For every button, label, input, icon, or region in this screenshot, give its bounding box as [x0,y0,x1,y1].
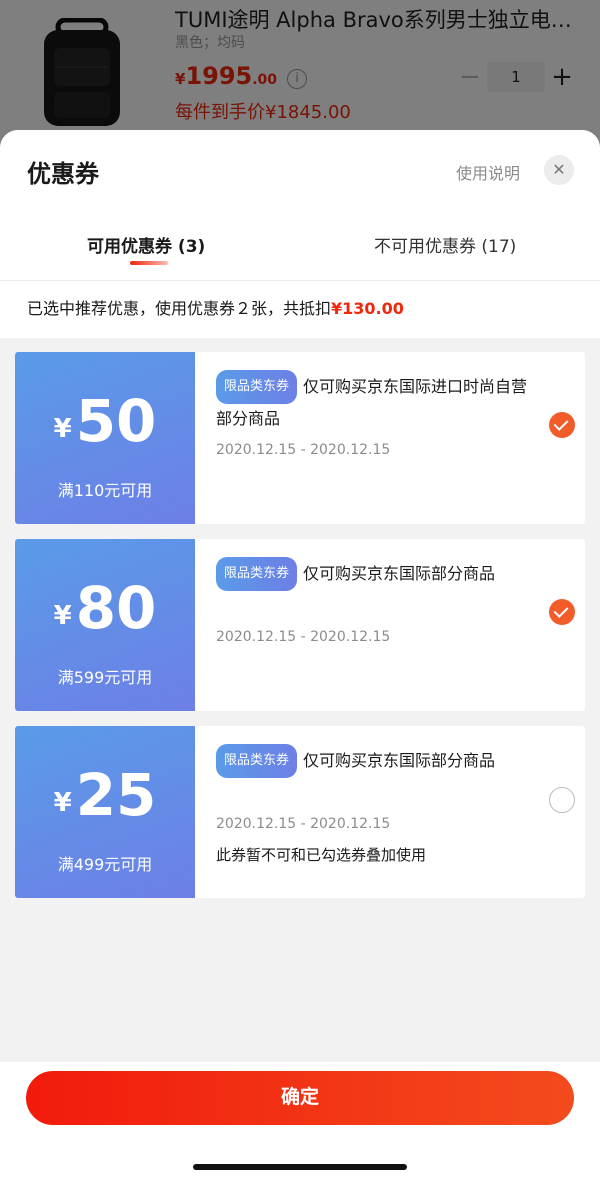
coupon-checkbox-checked[interactable] [549,412,575,438]
coupon-amount: ¥25 [15,762,195,828]
coupon-amount-value: 50 [75,387,157,455]
confirm-button[interactable]: 确定 [26,1071,574,1125]
coupon-description: 限品类东券 仅可购买京东国际部分商品 [216,557,536,591]
coupon-currency: ¥ [53,788,72,818]
coupon-details: 限品类东券 仅可购买京东国际进口时尚自营部分商品 2020.12.15 - 202… [195,352,585,524]
coupon-details: 限品类东券 仅可购买京东国际部分商品 2020.12.15 - 2020.12.1… [195,539,585,711]
coupon-description-text: 仅可购买京东国际部分商品 [303,564,496,583]
coupon-threshold: 满110元可用 [57,481,153,500]
coupon-validity: 2020.12.15 - 2020.12.15 [216,442,391,458]
selection-summary: 已选中推荐优惠，使用优惠券２张，共抵扣¥130.00 [0,280,600,338]
coupon-checkbox-checked[interactable] [549,599,575,625]
coupon-sheet: 优惠券 使用说明 ✕ 可用优惠券 (3) 不可用优惠券 (17) 已选中推荐优惠… [0,130,600,1183]
active-tab-indicator [130,261,168,265]
sheet-title: 优惠券 [27,160,99,188]
coupon-conflict-note: 此券暂不可和已勾选券叠加使用 [216,846,427,864]
coupon-checkbox-unchecked[interactable] [549,787,575,813]
coupon-currency: ¥ [53,414,72,444]
tab-available-coupons[interactable]: 可用优惠券 (3) [87,232,205,257]
coupon-amount-value: 80 [75,574,157,642]
coupon-card[interactable]: ¥25 满499元可用 限品类东券 仅可购买京东国际部分商品 2020.12.15… [15,726,585,898]
close-button[interactable]: ✕ [544,155,574,185]
coupon-validity: 2020.12.15 - 2020.12.15 [216,629,391,645]
coupon-description-text: 仅可购买京东国际部分商品 [303,751,496,770]
coupon-amount: ¥50 [15,388,195,454]
coupon-tag: 限品类东券 [216,370,298,404]
coupon-value-panel: ¥50 满110元可用 [15,352,195,524]
coupon-card[interactable]: ¥80 满599元可用 限品类东券 仅可购买京东国际部分商品 2020.12.15… [15,539,585,711]
coupon-amount-value: 25 [75,761,157,829]
coupon-threshold: 满599元可用 [57,668,153,687]
coupon-card[interactable]: ¥50 满110元可用 限品类东券 仅可购买京东国际进口时尚自营部分商品 2020… [15,352,585,524]
summary-amount: ¥130.00 [331,299,404,318]
coupon-amount: ¥80 [15,575,195,641]
home-indicator [193,1164,407,1170]
coupon-description: 限品类东券 仅可购买京东国际进口时尚自营部分商品 [216,370,536,434]
coupon-tag: 限品类东券 [216,744,298,778]
coupon-value-panel: ¥80 满599元可用 [15,539,195,711]
coupon-details: 限品类东券 仅可购买京东国际部分商品 2020.12.15 - 2020.12.1… [195,726,585,898]
sheet-header: 优惠券 使用说明 ✕ 可用优惠券 (3) 不可用优惠券 (17) [0,130,600,280]
sheet-footer: 确定 [0,1062,600,1183]
coupon-currency: ¥ [53,601,72,631]
usage-instructions-link[interactable]: 使用说明 [456,160,520,184]
coupon-tag: 限品类东券 [216,557,298,591]
coupon-threshold: 满499元可用 [57,855,153,874]
coupon-value-panel: ¥25 满499元可用 [15,726,195,898]
coupon-description: 限品类东券 仅可购买京东国际部分商品 [216,744,536,778]
tab-unavailable-coupons[interactable]: 不可用优惠券 (17) [374,232,516,257]
summary-text: 已选中推荐优惠，使用优惠券２张，共抵扣 [27,299,332,318]
coupon-list: ¥50 满110元可用 限品类东券 仅可购买京东国际进口时尚自营部分商品 2020… [0,338,600,898]
coupon-validity: 2020.12.15 - 2020.12.15 [216,816,391,832]
